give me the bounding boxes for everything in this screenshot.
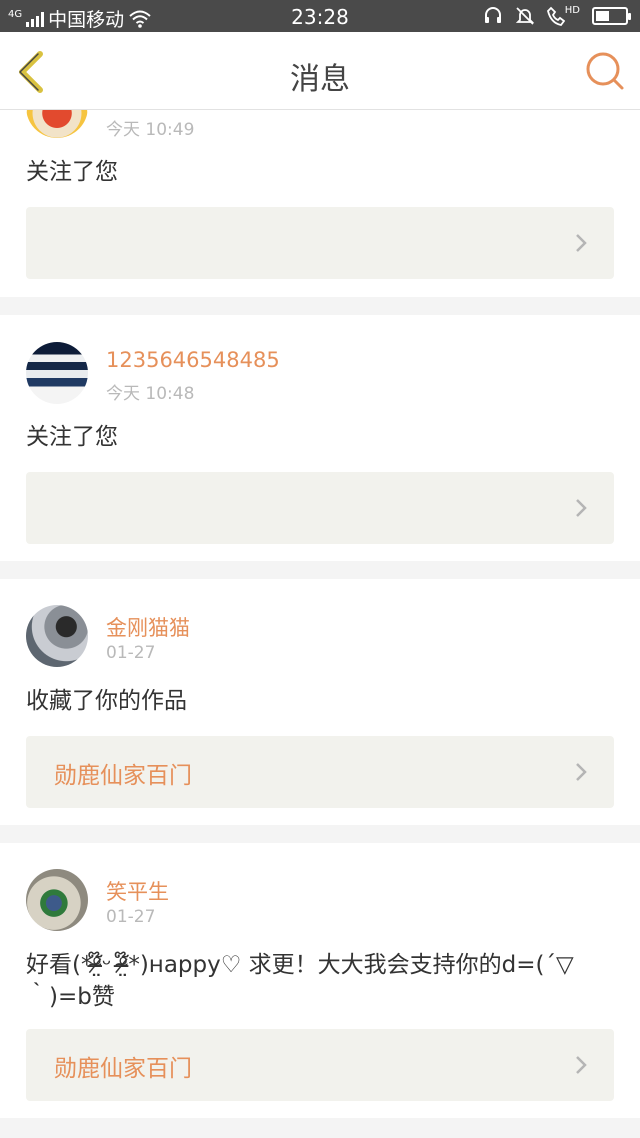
link-box[interactable] [26, 472, 614, 544]
message-card: 1235646548485 今天 10:48 关注了您 [0, 315, 640, 561]
page-title: 消息 [290, 62, 350, 97]
message-action: 收藏了你的作品 [26, 688, 187, 714]
work-title: 勋鹿仙家百门 [54, 763, 192, 789]
chevron-right-icon [576, 499, 587, 517]
link-box[interactable]: 勋鹿仙家百门 [26, 736, 614, 808]
message-time: 今天 10:48 [106, 384, 195, 404]
nav-bar: 消息 [0, 32, 640, 110]
username[interactable]: 金刚猫猫 [106, 612, 190, 642]
avatar[interactable] [26, 869, 88, 931]
link-box[interactable]: 勋鹿仙家百门 [26, 1029, 614, 1101]
username[interactable]: 笑平生 [106, 876, 169, 906]
username[interactable]: 1235646548485 [106, 348, 280, 372]
chevron-right-icon [576, 1056, 587, 1074]
status-bar: 4G 中国移动 23:28 HD [0, 0, 640, 32]
battery-icon [592, 7, 631, 25]
avatar[interactable] [26, 605, 88, 667]
chevron-right-icon [576, 763, 587, 781]
work-title: 勋鹿仙家百门 [54, 1056, 192, 1082]
chevron-right-icon [576, 234, 587, 252]
message-time: 01-27 [106, 643, 156, 663]
avatar[interactable] [26, 342, 88, 404]
message-time: 01-27 [106, 907, 156, 927]
message-time: 今天 10:49 [106, 120, 195, 140]
call-hd-icon [546, 6, 565, 26]
message-card: 笑平生 01-27 好看(*ᵒ̴̶̷໊̤ᵕ ᵒ̴̶̷໊̤*)нappy♡ 求更！… [0, 843, 640, 1118]
message-action: 关注了您 [26, 424, 118, 450]
status-right: HD [483, 5, 631, 26]
search-icon[interactable] [584, 50, 626, 92]
link-box[interactable] [26, 207, 614, 279]
headset-icon [484, 7, 501, 23]
message-card: 金刚猫猫 01-27 收藏了你的作品 勋鹿仙家百门 [0, 579, 640, 825]
bell-mute-icon [515, 7, 534, 25]
message-action: 关注了您 [26, 159, 118, 185]
hd-label: HD [564, 5, 580, 16]
battery-level [596, 11, 609, 21]
message-action: 好看(*ᵒ̴̶̷໊̤ᵕ ᵒ̴̶̷໊̤*)нappy♡ 求更！大大我会支持你的d=… [26, 952, 574, 1010]
